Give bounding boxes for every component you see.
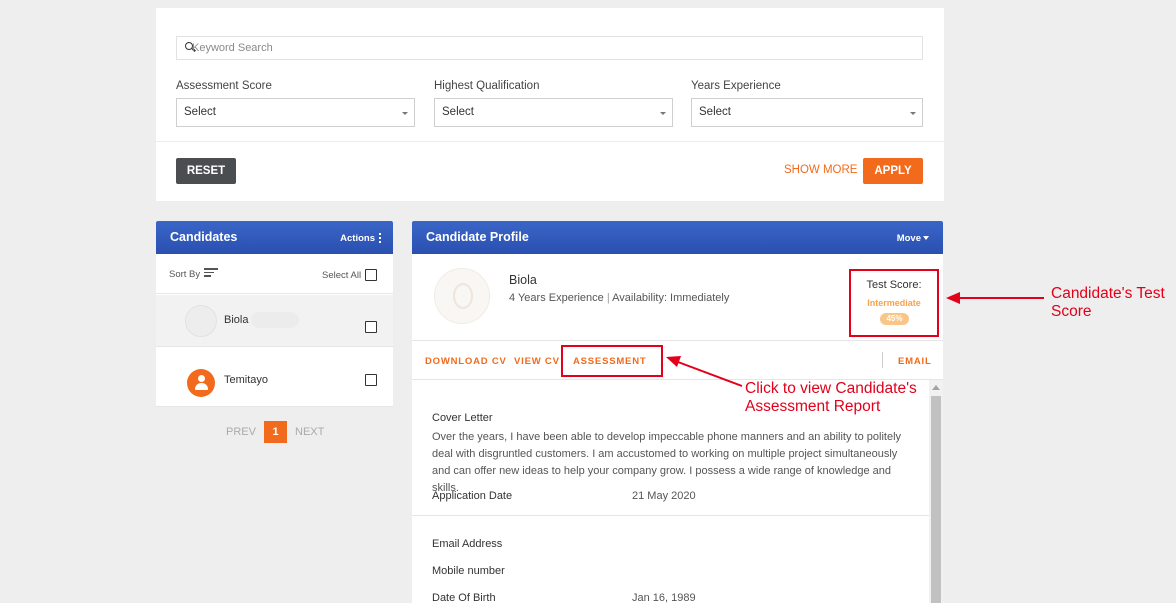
- details-scrollbar[interactable]: [929, 380, 943, 603]
- chevron-down-icon: [660, 112, 666, 115]
- redacted-surname: [251, 312, 299, 328]
- candidates-panel: Candidates Actions Sort By Select All Bi…: [156, 221, 393, 407]
- annotation-line: Score: [1051, 303, 1092, 320]
- annotation-line: Candidate's Test: [1051, 285, 1165, 302]
- assessment-annotation: Click to view Candidate's Assessment Rep…: [745, 380, 917, 416]
- candidate-name: Temitayo: [224, 374, 269, 386]
- assessment-score-select[interactable]: Select: [176, 98, 415, 127]
- user-avatar-icon: [187, 369, 215, 397]
- avatar: [434, 268, 490, 324]
- sort-row: Sort By Select All: [156, 254, 393, 294]
- pagination: PREV 1 NEXT: [156, 421, 393, 443]
- candidate-meta: 4 Years Experience | Availability: Immed…: [509, 292, 729, 304]
- apply-button[interactable]: APPLY: [863, 158, 923, 184]
- years-experience-label: Years Experience: [691, 80, 781, 92]
- tab-email[interactable]: EMAIL: [898, 356, 932, 367]
- cover-letter-label: Cover Letter: [432, 412, 493, 424]
- assessment-score-label: Assessment Score: [176, 80, 272, 92]
- years-experience-value: Select: [699, 106, 731, 118]
- scroll-thumb[interactable]: [931, 396, 941, 603]
- test-score-arrowhead: [946, 292, 960, 304]
- candidates-header: Candidates Actions: [156, 221, 393, 254]
- caret-down-icon[interactable]: [923, 236, 929, 240]
- date-of-birth-label: Date Of Birth: [432, 592, 496, 603]
- application-date-value: 21 May 2020: [632, 490, 696, 502]
- more-vertical-icon[interactable]: [379, 233, 381, 243]
- scroll-up-icon[interactable]: [932, 385, 940, 390]
- filter-panel: Assessment Score Select Highest Qualific…: [156, 8, 944, 201]
- profile-header: Candidate Profile Move: [412, 221, 943, 254]
- highest-qualification-label: Highest Qualification: [434, 80, 540, 92]
- reset-button[interactable]: RESET: [176, 158, 236, 184]
- availability-text: Availability: Immediately: [612, 292, 730, 304]
- sort-icon[interactable]: [204, 268, 218, 277]
- test-score-badge: 45%: [880, 313, 909, 325]
- next-page-button[interactable]: NEXT: [295, 426, 324, 438]
- candidate-name: Biola: [224, 314, 249, 326]
- assessment-highlight: [561, 345, 663, 377]
- highest-qualification-value: Select: [442, 106, 474, 118]
- current-page-button[interactable]: 1: [264, 421, 287, 443]
- assessment-score-value: Select: [184, 106, 216, 118]
- sort-by-label[interactable]: Sort By: [169, 269, 200, 280]
- chevron-down-icon: [402, 112, 408, 115]
- filter-divider: [156, 141, 944, 142]
- tab-view-cv[interactable]: VIEW CV: [514, 356, 560, 367]
- search-input[interactable]: [192, 40, 892, 56]
- tab-download-cv[interactable]: DOWNLOAD CV: [425, 356, 507, 367]
- test-score-label: Test Score:: [866, 279, 922, 291]
- application-date-label: Application Date: [432, 490, 513, 502]
- select-all-checkbox[interactable]: [365, 269, 377, 281]
- prev-page-button[interactable]: PREV: [226, 426, 256, 438]
- cover-letter-text: Over the years, I have been able to deve…: [432, 431, 902, 494]
- candidate-row[interactable]: Biola: [156, 295, 393, 347]
- candidate-row[interactable]: Temitayo: [156, 355, 393, 407]
- chevron-down-icon: [910, 112, 916, 115]
- highest-qualification-select[interactable]: Select: [434, 98, 673, 127]
- search-box[interactable]: [176, 36, 923, 60]
- mobile-number-label: Mobile number: [432, 565, 505, 577]
- actions-menu-button[interactable]: Actions: [340, 233, 375, 244]
- avatar: [185, 305, 217, 337]
- show-more-button[interactable]: SHOW MORE: [784, 164, 857, 176]
- details-divider: [412, 515, 929, 516]
- annotation-line: Click to view Candidate's: [745, 380, 917, 397]
- test-score-level: Intermediate: [867, 298, 921, 308]
- annotation-line: Assessment Report: [745, 398, 881, 415]
- experience-text: 4 Years Experience: [509, 292, 604, 304]
- tab-divider: [882, 352, 883, 368]
- candidates-title: Candidates: [170, 230, 238, 244]
- candidate-checkbox[interactable]: [365, 374, 377, 386]
- date-of-birth-value: Jan 16, 1989: [632, 592, 696, 603]
- move-menu-button[interactable]: Move: [897, 233, 921, 244]
- candidate-checkbox[interactable]: [365, 321, 377, 333]
- profile-tabs: DOWNLOAD CV VIEW CV ASSESSMENT EMAIL: [412, 342, 943, 380]
- test-score-annotation: Candidate's Test Score: [1051, 285, 1165, 321]
- email-address-label: Email Address: [432, 538, 503, 550]
- years-experience-select[interactable]: Select: [691, 98, 923, 127]
- test-score-highlight: Test Score: Intermediate 45%: [849, 269, 939, 337]
- profile-summary: Biola 4 Years Experience | Availability:…: [412, 254, 943, 341]
- candidate-name: Biola: [509, 273, 537, 287]
- select-all-label: Select All: [322, 270, 362, 281]
- profile-title: Candidate Profile: [426, 230, 529, 244]
